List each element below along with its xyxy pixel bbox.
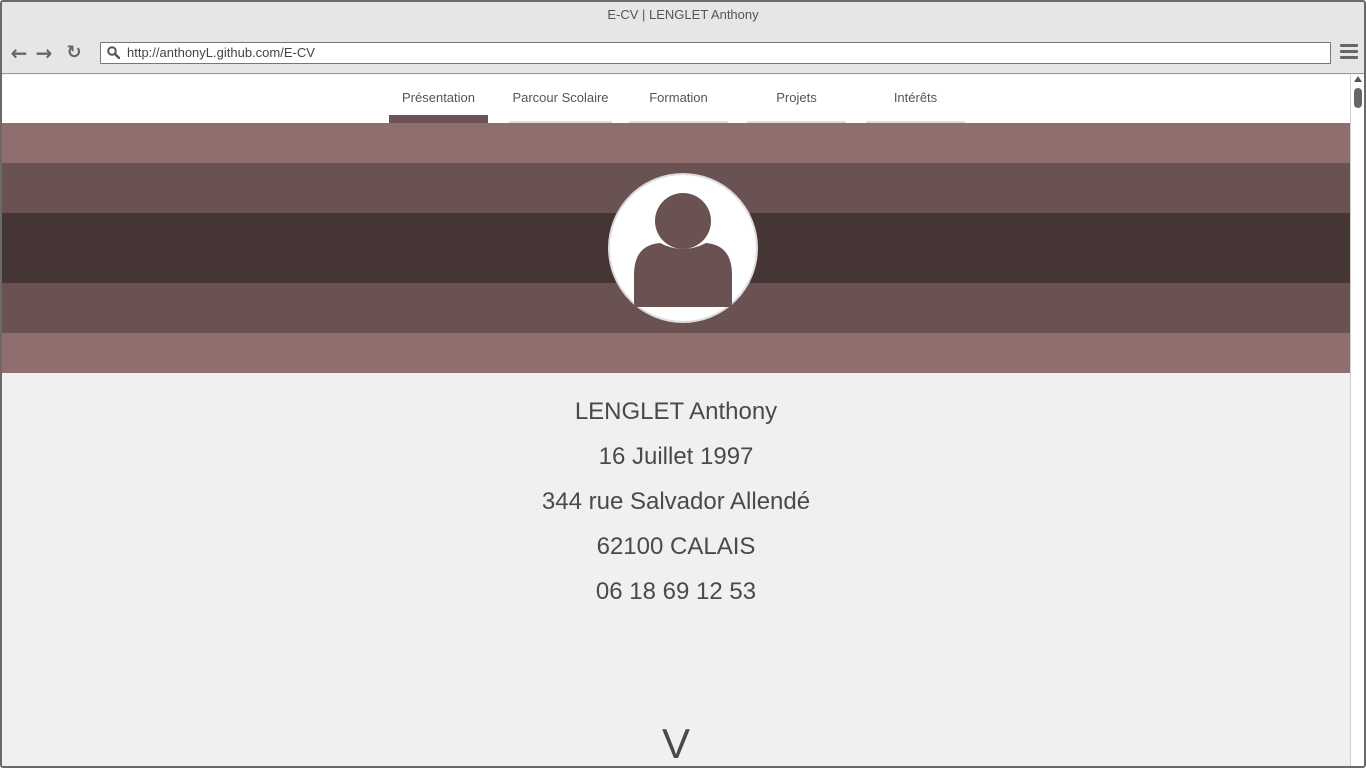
page-viewport: Présentation Parcour Scolaire Formation … [2, 75, 1350, 766]
profile-phone: 06 18 69 12 53 [595, 578, 757, 605]
arrow-left-icon[interactable]: ← [8, 42, 30, 64]
tab-parcour-scolaire[interactable]: Parcour Scolaire [509, 75, 612, 123]
scrollbar-thumb[interactable] [1354, 88, 1362, 108]
reload-icon[interactable]: ↻ [63, 42, 85, 64]
arrow-right-icon[interactable]: → [33, 42, 55, 64]
scroll-down-chevron[interactable]: V [2, 720, 1350, 766]
profile-city: 62100 CALAIS [596, 533, 756, 560]
browser-toolbar: ← → ↻ http://anthonyL.github.com/E-CV [2, 32, 1364, 74]
tab-label: Présentation [402, 90, 475, 105]
page-scrollbar[interactable] [1350, 75, 1364, 766]
tab-label: Projets [776, 90, 817, 105]
tab-presentation[interactable]: Présentation [389, 75, 488, 123]
tab-label: Parcour Scolaire [512, 90, 609, 105]
tab-formation[interactable]: Formation [629, 75, 728, 123]
avatar [608, 173, 758, 323]
user-silhouette-icon [634, 193, 732, 307]
tab-label: Intérêts [893, 90, 938, 105]
url-text: http://anthonyL.github.com/E-CV [127, 45, 315, 60]
tab-active-indicator [389, 115, 488, 123]
address-bar[interactable]: http://anthonyL.github.com/E-CV [100, 42, 1331, 64]
tab-projets[interactable]: Projets [747, 75, 846, 123]
profile-name: LENGLET Anthony [574, 398, 778, 425]
profile-street: 344 rue Salvador Allendé [541, 488, 811, 515]
search-icon [107, 46, 120, 59]
banner-band [2, 123, 1350, 163]
profile-birthdate: 16 Juillet 1997 [598, 443, 754, 470]
tab-label: Formation [649, 90, 708, 105]
tab-interets[interactable]: Intérêts [866, 75, 965, 123]
profile-info: LENGLET Anthony 16 Juillet 1997 344 rue … [2, 397, 1350, 622]
hamburger-menu-icon[interactable] [1340, 44, 1358, 62]
window-title: E-CV | LENGLET Anthony [2, 2, 1364, 32]
profile-banner [2, 123, 1350, 373]
banner-band [2, 333, 1350, 373]
browser-window: E-CV | LENGLET Anthony ← → ↻ http://anth… [0, 0, 1366, 768]
main-nav: Présentation Parcour Scolaire Formation … [2, 75, 1350, 123]
scroll-up-arrow-icon[interactable] [1354, 76, 1362, 82]
